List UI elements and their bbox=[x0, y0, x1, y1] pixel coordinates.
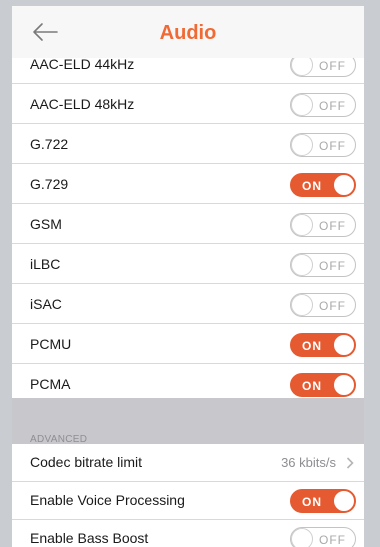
codec-toggle-isac[interactable]: OFF bbox=[290, 293, 356, 317]
enable-voice-processing-row: Enable Voice Processing ON bbox=[12, 482, 364, 520]
page-title: Audio bbox=[159, 22, 217, 44]
toggle-knob bbox=[291, 254, 313, 276]
toggle-state-text: OFF bbox=[319, 299, 346, 313]
toggle-state-text: ON bbox=[302, 495, 322, 509]
codec-bitrate-limit-value: 36 kbits/s bbox=[281, 455, 336, 470]
toggle-knob bbox=[333, 490, 355, 512]
enable-bass-boost-toggle[interactable]: OFF bbox=[290, 527, 356, 547]
codec-bitrate-limit-label: Codec bitrate limit bbox=[30, 454, 143, 470]
codec-toggle-g729[interactable]: ON bbox=[290, 173, 356, 197]
codec-label: PCMU bbox=[30, 336, 72, 352]
codec-row-pcmu: PCMU ON bbox=[12, 326, 364, 364]
codec-label: iSAC bbox=[30, 296, 62, 312]
codec-label: AAC-ELD 48kHz bbox=[30, 96, 135, 112]
enable-voice-processing-label: Enable Voice Processing bbox=[30, 492, 185, 508]
toggle-knob bbox=[291, 528, 313, 547]
chevron-right-icon bbox=[346, 457, 354, 469]
toggle-state-text: ON bbox=[302, 379, 322, 393]
enable-bass-boost-label: Enable Bass Boost bbox=[30, 530, 149, 546]
enable-voice-processing-toggle[interactable]: ON bbox=[290, 489, 356, 513]
toggle-knob bbox=[291, 294, 313, 316]
toggle-knob bbox=[291, 134, 313, 156]
toggle-knob bbox=[333, 174, 355, 196]
codec-toggle-gsm[interactable]: OFF bbox=[290, 213, 356, 237]
toggle-knob bbox=[291, 214, 313, 236]
codec-toggle-pcma[interactable]: ON bbox=[290, 373, 356, 397]
codec-toggle-aac-eld-48khz[interactable]: OFF bbox=[290, 93, 356, 117]
codec-label: G.729 bbox=[30, 176, 69, 192]
toggle-state-text: ON bbox=[302, 179, 322, 193]
toggle-state-text: OFF bbox=[319, 59, 346, 73]
toggle-state-text: OFF bbox=[319, 219, 346, 233]
codec-toggle-ilbc[interactable]: OFF bbox=[290, 253, 356, 277]
codec-row-aac-eld-48khz: AAC-ELD 48kHz OFF bbox=[12, 86, 364, 124]
nav-bar: Audio bbox=[12, 6, 364, 58]
toggle-knob bbox=[291, 94, 313, 116]
codec-label: GSM bbox=[30, 216, 62, 232]
toggle-state-text: OFF bbox=[319, 139, 346, 153]
enable-bass-boost-row: Enable Bass Boost OFF bbox=[12, 520, 364, 547]
codec-row-ilbc: iLBC OFF bbox=[12, 246, 364, 284]
codec-row-g729: G.729 ON bbox=[12, 166, 364, 204]
toggle-state-text: OFF bbox=[319, 99, 346, 113]
toggle-knob bbox=[333, 374, 355, 396]
codec-toggle-g722[interactable]: OFF bbox=[290, 133, 356, 157]
toggle-state-text: ON bbox=[302, 339, 322, 353]
codec-toggle-pcmu[interactable]: ON bbox=[290, 333, 356, 357]
codec-row-gsm: GSM OFF bbox=[12, 206, 364, 244]
codec-bitrate-limit-row[interactable]: Codec bitrate limit 36 kbits/s bbox=[12, 444, 364, 482]
codec-label: AAC-ELD 44kHz bbox=[30, 56, 135, 72]
audio-settings-screen: AAC-ELD 44kHz OFF AAC-ELD 48kHz OFF G.72… bbox=[12, 6, 364, 547]
toggle-state-text: OFF bbox=[319, 259, 346, 273]
codec-label: PCMA bbox=[30, 376, 71, 392]
codec-row-isac: iSAC OFF bbox=[12, 286, 364, 324]
codec-label: G.722 bbox=[30, 136, 69, 152]
toggle-knob bbox=[333, 334, 355, 356]
codec-label: iLBC bbox=[30, 256, 61, 272]
codec-row-g722: G.722 OFF bbox=[12, 126, 364, 164]
toggle-state-text: OFF bbox=[319, 533, 346, 547]
